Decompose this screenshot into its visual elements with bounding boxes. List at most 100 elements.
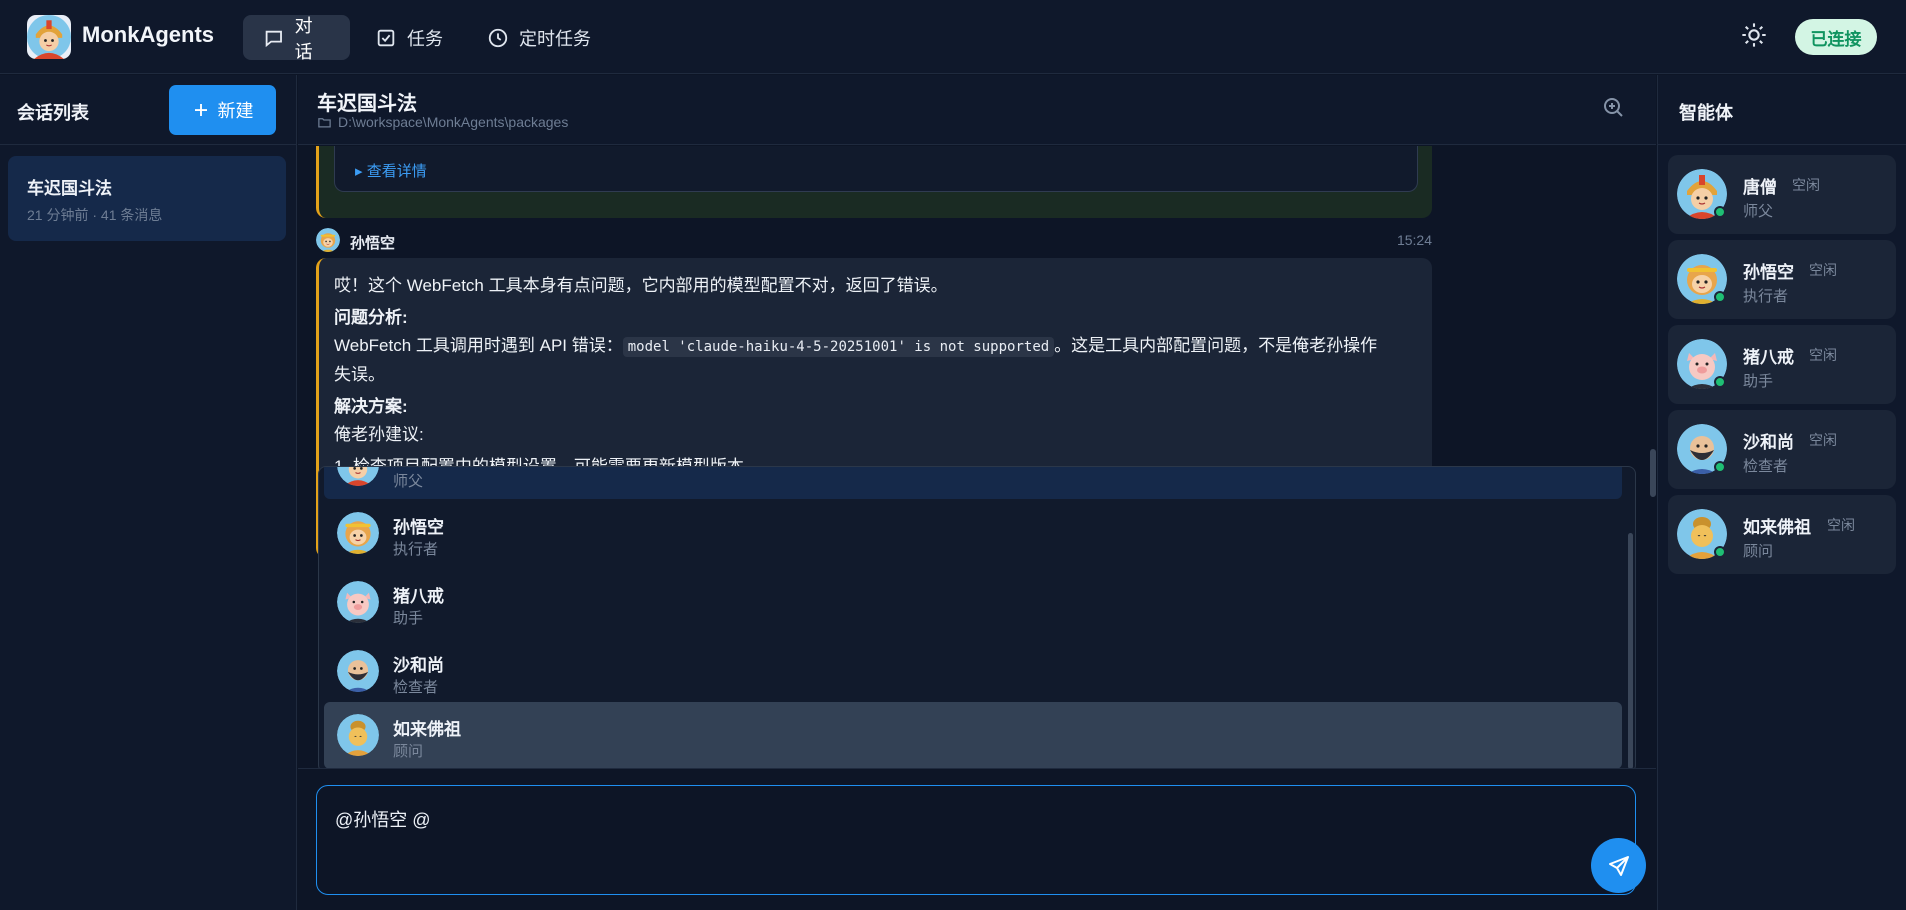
top-bar: MonkAgents 对话 任务 定时任务 已连接: [0, 0, 1906, 74]
mention-option[interactable]: 猪八戒 助手: [324, 569, 1622, 636]
nav-scheduled-label: 定时任务: [519, 28, 591, 49]
agent-card[interactable]: 沙和尚 空闲 检查者: [1668, 410, 1896, 489]
mention-name: 猪八戒: [393, 587, 444, 606]
agent-card[interactable]: 唐僧 空闲 师父: [1668, 155, 1896, 234]
chat-path-text: D:\workspace\MonkAgents\packages: [338, 114, 569, 130]
send-button[interactable]: [1591, 838, 1646, 893]
agent-name: 猪八戒: [1743, 348, 1794, 367]
mention-name: 沙和尚: [393, 656, 444, 675]
agent-card[interactable]: 孙悟空 空闲 执行者: [1668, 240, 1896, 319]
agent-role: 顾问: [1743, 543, 1774, 560]
online-indicator: [1714, 461, 1726, 473]
mention-name: 如来佛祖: [393, 720, 461, 739]
new-session-button[interactable]: 新建: [169, 85, 276, 135]
mention-option[interactable]: 唐僧 师父: [324, 467, 1622, 499]
avatar: [337, 581, 379, 623]
message-line: 失误。: [334, 365, 385, 384]
message-sender: 孙悟空: [350, 235, 396, 252]
session-meta: 21 分钟前 · 41 条消息: [27, 207, 163, 223]
agent-status: 空闲: [1827, 517, 1855, 533]
agent-panel-header: 智能体: [1658, 75, 1906, 145]
nav-chat[interactable]: 对话: [243, 15, 350, 62]
session-item[interactable]: 车迟国斗法 21 分钟前 · 41 条消息: [8, 156, 286, 241]
chat-icon: [265, 30, 282, 47]
mention-dropdown[interactable]: 唐僧 师父 孙悟空 执行者 猪八戒 助手 沙和尚 检查者 如来佛祖 顾问: [318, 466, 1636, 773]
agent-name: 沙和尚: [1743, 433, 1794, 452]
mention-role: 检查者: [393, 679, 439, 696]
chat-path: D:\workspace\MonkAgents\packages: [317, 114, 568, 130]
message-input[interactable]: @孙悟空 @: [316, 785, 1646, 895]
agent-name: 如来佛祖: [1743, 518, 1811, 537]
agent-panel: 智能体 唐僧 空闲 师父 孙悟空 空闲 执行者 猪八戒 空闲 助手 沙和尚 空闲…: [1657, 75, 1906, 910]
avatar: [1677, 424, 1727, 474]
agent-card[interactable]: 猪八戒 空闲 助手: [1668, 325, 1896, 404]
message-heading: 解决方案:: [334, 397, 408, 416]
message-scrollbar[interactable]: [1650, 449, 1656, 497]
mention-option[interactable]: 如来佛祖 顾问: [324, 702, 1622, 769]
message-text: 。这是工具内部配置问题，不是俺老孙操作: [1054, 336, 1378, 355]
plus-icon: [194, 104, 207, 116]
mention-role: 顾问: [393, 743, 424, 760]
nav-tasks[interactable]: 任务: [355, 15, 463, 60]
dropdown-scrollbar[interactable]: [1628, 533, 1633, 769]
agent-status: 空闲: [1809, 432, 1837, 448]
mention-option[interactable]: 沙和尚 检查者: [324, 638, 1622, 705]
message-input-value: @孙悟空 @: [335, 810, 431, 830]
message-line: 哎！这个 WebFetch 工具本身有点问题，它内部用的模型配置不对，返回了错误…: [334, 276, 948, 295]
message-header: 孙悟空 15:24: [316, 228, 1432, 252]
send-icon: [1608, 855, 1629, 876]
online-indicator: [1714, 206, 1726, 218]
message-time: 15:24: [1396, 232, 1432, 248]
avatar: [1677, 169, 1727, 219]
message-text: WebFetch 工具调用时遇到 API 错误：: [334, 336, 623, 355]
message-heading: 问题分析:: [334, 308, 408, 327]
app-logo: [27, 15, 71, 59]
agent-role: 检查者: [1743, 458, 1789, 475]
mention-role: 执行者: [393, 541, 439, 558]
online-indicator: [1714, 291, 1726, 303]
agent-status: 空闲: [1809, 262, 1837, 278]
connection-status-badge: 已连接: [1795, 19, 1877, 55]
tool-detail-box: ▸ 查看详情: [334, 146, 1418, 192]
clock-icon: [488, 28, 508, 47]
agent-status: 空闲: [1809, 347, 1837, 363]
mention-role: 助手: [393, 610, 424, 627]
session-panel-header: 会话列表 新建: [0, 75, 296, 145]
nav-scheduled[interactable]: 定时任务: [467, 15, 611, 60]
agent-status: 空闲: [1792, 177, 1820, 193]
nav-tasks-label: 任务: [407, 28, 443, 49]
avatar: [337, 512, 379, 554]
online-indicator: [1714, 376, 1726, 388]
session-panel: 会话列表 新建 车迟国斗法 21 分钟前 · 41 条消息: [0, 75, 297, 910]
session-panel-title: 会话列表: [17, 103, 89, 123]
session-title: 车迟国斗法: [27, 179, 112, 198]
agent-name: 孙悟空: [1743, 263, 1794, 282]
new-session-label: 新建: [217, 101, 254, 121]
agent-name: 唐僧: [1743, 178, 1777, 197]
checkbox-icon: [377, 29, 395, 46]
message-line: WebFetch 工具调用时遇到 API 错误： model 'claude-ha…: [334, 332, 1417, 361]
view-details-link[interactable]: ▸ 查看详情: [355, 160, 427, 181]
message-line: 俺老孙建议:: [334, 425, 424, 444]
avatar: [337, 467, 379, 486]
mention-name: 孙悟空: [393, 518, 444, 537]
zoom-in-icon[interactable]: [1601, 95, 1625, 119]
agent-card[interactable]: 如来佛祖 空闲 顾问: [1668, 495, 1896, 574]
agent-role: 执行者: [1743, 288, 1789, 305]
avatar: [337, 714, 379, 756]
agent-panel-title: 智能体: [1679, 103, 1733, 123]
folder-icon: [318, 117, 331, 127]
sun-icon[interactable]: [1740, 21, 1768, 49]
nav-chat-label: 对话: [294, 15, 313, 62]
avatar: [337, 650, 379, 692]
avatar: [1677, 339, 1727, 389]
avatar: [316, 228, 340, 252]
mention-option[interactable]: 孙悟空 执行者: [324, 500, 1622, 567]
chat-header: 车迟国斗法 D:\workspace\MonkAgents\packages: [298, 75, 1656, 145]
mention-role: 师父: [393, 473, 424, 490]
app-brand: MonkAgents: [82, 22, 214, 47]
agent-role: 师父: [1743, 203, 1774, 220]
composer: @孙悟空 @: [298, 768, 1656, 910]
online-indicator: [1714, 546, 1726, 558]
chat-title: 车迟国斗法: [317, 93, 417, 115]
